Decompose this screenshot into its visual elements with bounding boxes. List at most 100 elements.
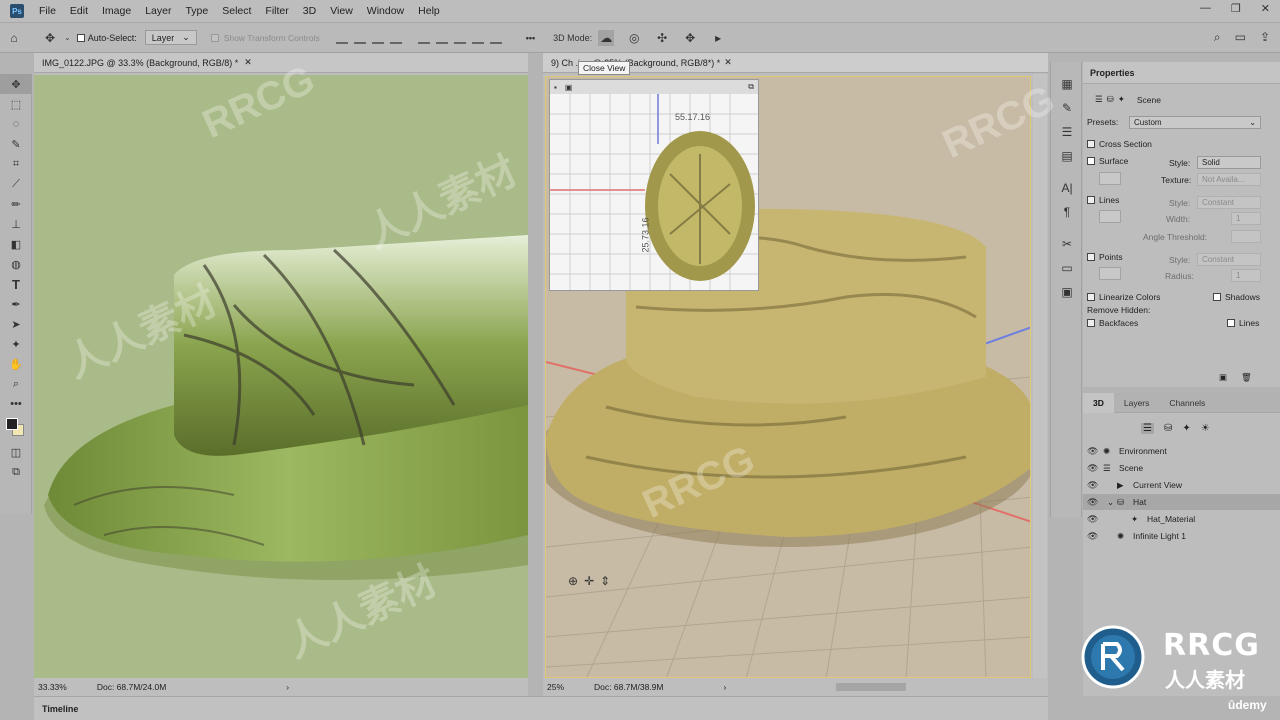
- lines-style-dropdown[interactable]: Constant: [1197, 196, 1261, 209]
- linearize-row[interactable]: Linearize Colors: [1087, 292, 1160, 302]
- move-tool-preset-icon[interactable]: ✥: [42, 30, 58, 46]
- mesh-filter-icon[interactable]: ⛁: [1164, 423, 1172, 434]
- shadows-row[interactable]: Shadows: [1213, 292, 1260, 302]
- surface-style-dropdown[interactable]: Solid: [1197, 156, 1261, 169]
- points-style-dropdown[interactable]: Constant: [1197, 253, 1261, 266]
- camera-icon[interactable]: ▸: [710, 30, 726, 46]
- cross-section-checkbox[interactable]: [1087, 140, 1095, 148]
- angle-threshold-field[interactable]: [1231, 230, 1261, 243]
- quick-select-icon[interactable]: ✎: [0, 134, 32, 154]
- chevron-right-icon[interactable]: ›: [723, 682, 726, 692]
- character-icon[interactable]: A|: [1051, 176, 1083, 200]
- linearize-checkbox[interactable]: [1087, 293, 1095, 301]
- workspace-icon[interactable]: ▭: [1235, 30, 1246, 45]
- tab-channels[interactable]: Channels: [1159, 393, 1215, 413]
- tree-item-scene[interactable]: 👁 ☰ Scene: [1083, 460, 1280, 476]
- more-options-icon[interactable]: •••: [526, 33, 535, 43]
- marquee-icon[interactable]: ⬚: [0, 94, 32, 114]
- properties-tab[interactable]: Properties: [1083, 62, 1280, 84]
- distribute-icon[interactable]: [417, 32, 430, 44]
- screen-mode-icon[interactable]: ⧉: [0, 462, 32, 482]
- horizontal-scrollbar[interactable]: [836, 683, 907, 691]
- hand-icon[interactable]: ✋: [0, 354, 32, 374]
- path-select-icon[interactable]: ➤: [0, 314, 32, 334]
- type-icon[interactable]: T: [0, 274, 32, 294]
- share-icon[interactable]: ⇪: [1260, 30, 1270, 45]
- more-tools-icon[interactable]: •••: [0, 394, 32, 414]
- eye-icon[interactable]: 👁: [1087, 480, 1098, 491]
- vertical-scrollbar[interactable]: [1033, 74, 1047, 678]
- mesh-icon[interactable]: ⛁: [1107, 94, 1114, 105]
- material-filter-icon[interactable]: ✦: [1182, 423, 1190, 434]
- move-widget-icon[interactable]: ✛: [584, 574, 594, 588]
- search-icon[interactable]: ⌕: [1214, 30, 1221, 45]
- restore-icon[interactable]: ❐: [1231, 2, 1241, 15]
- swap-view-icon[interactable]: ⧉: [748, 82, 754, 92]
- distribute-icon[interactable]: [471, 32, 484, 44]
- canvas-1[interactable]: [34, 75, 528, 678]
- menu-filter[interactable]: Filter: [258, 5, 295, 17]
- close-tab-icon[interactable]: ✕: [724, 57, 732, 68]
- checkbox-icon[interactable]: [210, 33, 219, 42]
- eye-icon[interactable]: 👁: [1087, 446, 1098, 457]
- close-view-icon[interactable]: ▪: [554, 83, 557, 92]
- cross-section-row[interactable]: Cross Section: [1087, 139, 1152, 149]
- hidden-lines-checkbox[interactable]: [1227, 319, 1235, 327]
- eye-icon[interactable]: 👁: [1087, 497, 1098, 508]
- quick-mask-icon[interactable]: ◫: [0, 442, 32, 462]
- zoom-icon[interactable]: ⌕: [0, 374, 32, 394]
- points-row[interactable]: Points: [1087, 252, 1123, 262]
- orbit-icon[interactable]: ☁: [598, 29, 615, 46]
- eye-icon[interactable]: 👁: [1087, 463, 1098, 474]
- width-field[interactable]: 1: [1231, 212, 1261, 225]
- styles-icon[interactable]: ▤: [1051, 144, 1083, 168]
- surface-row[interactable]: Surface: [1087, 156, 1128, 166]
- eye-icon[interactable]: 👁: [1087, 514, 1098, 525]
- 3d-axis-widget[interactable]: ⊕ ✛ ⇕: [568, 574, 610, 588]
- tree-item-current-view[interactable]: 👁 ▶ Current View: [1083, 477, 1280, 493]
- menu-3d[interactable]: 3D: [296, 5, 323, 17]
- light-filter-icon[interactable]: ☀: [1201, 423, 1210, 434]
- chevron-right-icon[interactable]: ›: [286, 682, 289, 692]
- tab-layers[interactable]: Layers: [1114, 393, 1160, 413]
- shape-icon[interactable]: ✦: [0, 334, 32, 354]
- surface-color-swatch[interactable]: [1099, 172, 1121, 185]
- layer-comps-icon[interactable]: ▭: [1051, 256, 1083, 280]
- lasso-icon[interactable]: ◌: [0, 114, 32, 134]
- presets-dropdown[interactable]: Custom ⌄: [1129, 116, 1261, 129]
- texture-dropdown[interactable]: Not Availa...: [1197, 173, 1261, 186]
- distribute-icon[interactable]: [435, 32, 448, 44]
- document-tab-1[interactable]: IMG_0122.JPG @ 33.3% (Background, RGB/8)…: [34, 53, 528, 73]
- surface-checkbox[interactable]: [1087, 157, 1095, 165]
- align-icon[interactable]: [353, 32, 366, 44]
- menu-view[interactable]: View: [323, 5, 360, 17]
- scene-icon[interactable]: ☰: [1095, 94, 1103, 105]
- menu-layer[interactable]: Layer: [138, 5, 178, 17]
- move-icon[interactable]: ✥: [0, 74, 32, 94]
- minimize-icon[interactable]: —: [1200, 2, 1211, 15]
- auto-select-checkbox[interactable]: Auto-Select:: [76, 33, 137, 43]
- lines-color-swatch[interactable]: [1099, 210, 1121, 223]
- chevron-down-icon[interactable]: ⌄: [64, 33, 71, 42]
- close-tab-icon[interactable]: ✕: [244, 57, 252, 68]
- paragraph-icon[interactable]: ¶: [1051, 200, 1083, 224]
- points-checkbox[interactable]: [1087, 253, 1095, 261]
- menu-window[interactable]: Window: [360, 5, 411, 17]
- auto-select-dropdown[interactable]: Layer ⌄: [144, 30, 197, 45]
- material-icon[interactable]: ✦: [1118, 94, 1125, 105]
- tree-item-infinite-light[interactable]: 👁 ✺ Infinite Light 1: [1083, 528, 1280, 544]
- menu-file[interactable]: File: [32, 5, 63, 17]
- align-icon[interactable]: [389, 32, 402, 44]
- gradient-icon[interactable]: ◍: [0, 254, 32, 274]
- pan-icon[interactable]: ✣: [654, 30, 670, 46]
- brush-icon[interactable]: ✏: [0, 194, 32, 214]
- menu-image[interactable]: Image: [95, 5, 138, 17]
- render-icon[interactable]: ▣: [1219, 372, 1227, 383]
- menu-type[interactable]: Type: [178, 5, 215, 17]
- brush-settings-icon[interactable]: ✎: [1051, 96, 1083, 120]
- points-color-swatch[interactable]: [1099, 267, 1121, 280]
- menu-help[interactable]: Help: [411, 5, 447, 17]
- zoom-level[interactable]: 25%: [547, 682, 564, 692]
- tools-icon[interactable]: ✂: [1051, 232, 1083, 256]
- delete-icon[interactable]: 🗑: [1241, 372, 1252, 383]
